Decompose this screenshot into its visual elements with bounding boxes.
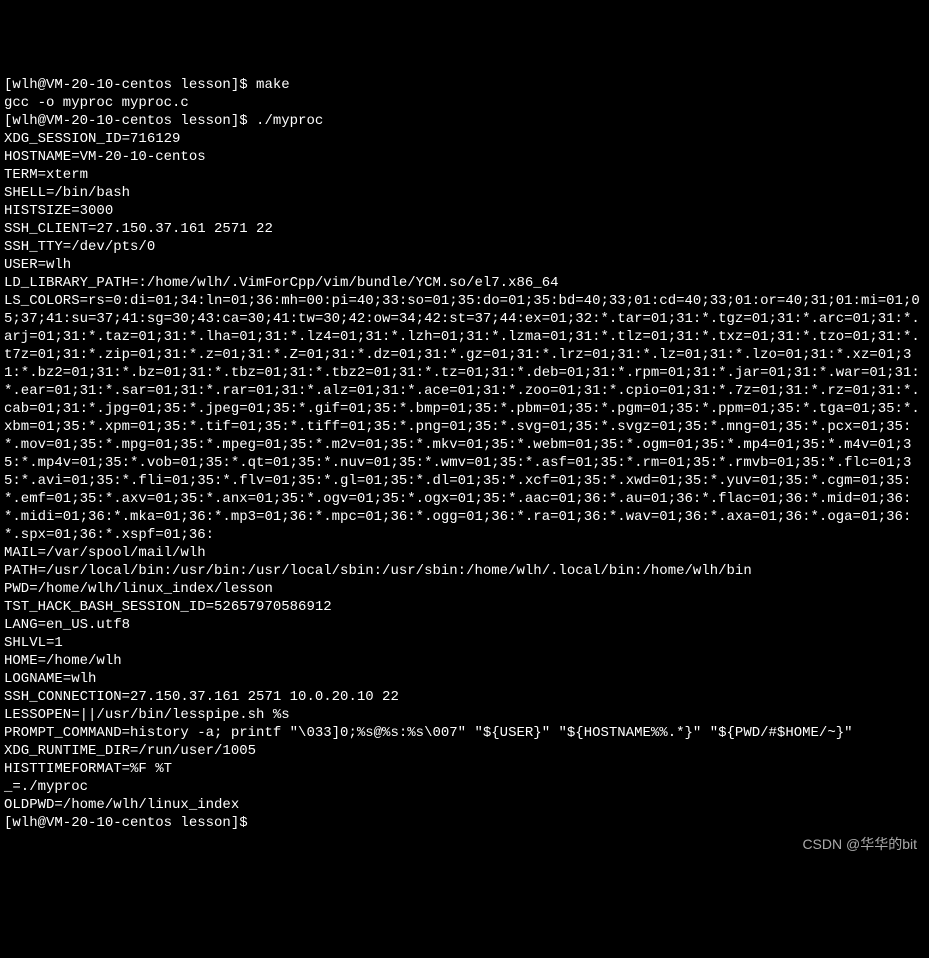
terminal-line: HOSTNAME=VM-20-10-centos	[4, 148, 925, 166]
terminal-line: USER=wlh	[4, 256, 925, 274]
terminal-line: HOME=/home/wlh	[4, 652, 925, 670]
terminal-line: LOGNAME=wlh	[4, 670, 925, 688]
watermark-text: CSDN @华华的bit	[802, 835, 917, 853]
terminal-line: MAIL=/var/spool/mail/wlh	[4, 544, 925, 562]
terminal-line: HISTSIZE=3000	[4, 202, 925, 220]
terminal-line: XDG_RUNTIME_DIR=/run/user/1005	[4, 742, 925, 760]
terminal-line: LESSOPEN=||/usr/bin/lesspipe.sh %s	[4, 706, 925, 724]
terminal-line: gcc -o myproc myproc.c	[4, 94, 925, 112]
terminal-line: PROMPT_COMMAND=history -a; printf "\033]…	[4, 724, 925, 742]
terminal-line: LS_COLORS=rs=0:di=01;34:ln=01;36:mh=00:p…	[4, 292, 925, 544]
terminal-line: HISTTIMEFORMAT=%F %T	[4, 760, 925, 778]
terminal-line: SHELL=/bin/bash	[4, 184, 925, 202]
terminal-line: PWD=/home/wlh/linux_index/lesson	[4, 580, 925, 598]
terminal-line: SSH_CONNECTION=27.150.37.161 2571 10.0.2…	[4, 688, 925, 706]
terminal-line: SSH_TTY=/dev/pts/0	[4, 238, 925, 256]
terminal-line: _=./myproc	[4, 778, 925, 796]
terminal-line: OLDPWD=/home/wlh/linux_index	[4, 796, 925, 814]
terminal-line: LD_LIBRARY_PATH=:/home/wlh/.VimForCpp/vi…	[4, 274, 925, 292]
terminal-line: [wlh@VM-20-10-centos lesson]$ make	[4, 76, 925, 94]
terminal-line: SSH_CLIENT=27.150.37.161 2571 22	[4, 220, 925, 238]
terminal-line: [wlh@VM-20-10-centos lesson]$	[4, 814, 925, 832]
terminal-line: TST_HACK_BASH_SESSION_ID=52657970586912	[4, 598, 925, 616]
terminal-line: XDG_SESSION_ID=716129	[4, 130, 925, 148]
terminal-line: SHLVL=1	[4, 634, 925, 652]
terminal-output[interactable]: [wlh@VM-20-10-centos lesson]$ makegcc -o…	[4, 76, 925, 832]
terminal-line: LANG=en_US.utf8	[4, 616, 925, 634]
terminal-line: TERM=xterm	[4, 166, 925, 184]
terminal-line: [wlh@VM-20-10-centos lesson]$ ./myproc	[4, 112, 925, 130]
terminal-line: PATH=/usr/local/bin:/usr/bin:/usr/local/…	[4, 562, 925, 580]
